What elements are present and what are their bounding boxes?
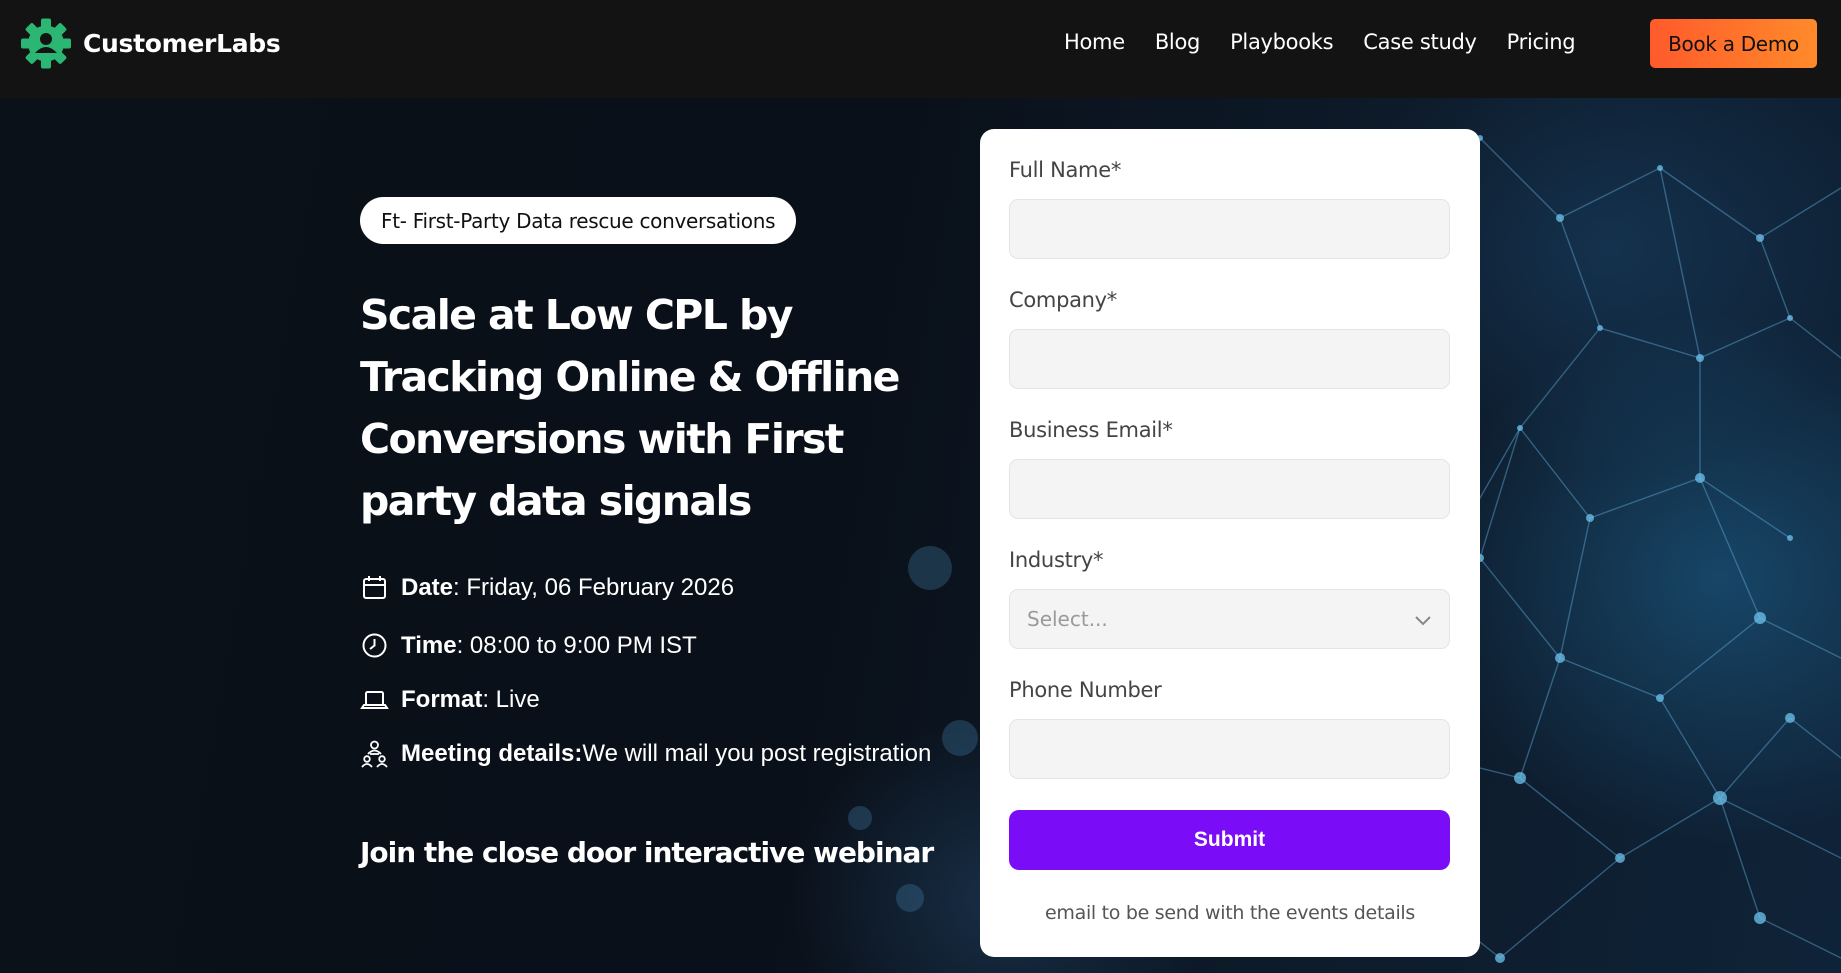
nav-links: Home Blog Playbooks Case study Pricing — [1064, 30, 1576, 54]
nav-blog[interactable]: Blog — [1155, 30, 1201, 54]
join-webinar-text: Join the close door interactive webinar — [360, 836, 934, 869]
registration-form: Full Name* Company* Business Email* Indu… — [980, 129, 1480, 957]
industry-select[interactable]: Select... — [1009, 589, 1450, 649]
phone-number-label: Phone Number — [1009, 678, 1162, 702]
meeting-icon — [360, 739, 389, 768]
detail-date: Date : Friday, 06 February 2026 — [360, 573, 734, 602]
logo-gear-icon — [21, 18, 71, 69]
brand-logo[interactable]: CustomerLabs — [21, 17, 281, 70]
phone-number-input[interactable] — [1009, 719, 1450, 779]
event-series-pill: Ft- First-Party Data rescue conversation… — [360, 197, 797, 244]
business-email-input[interactable] — [1009, 459, 1450, 519]
industry-placeholder: Select... — [1027, 607, 1108, 631]
detail-meeting: Meeting details: We will mail you post r… — [360, 739, 931, 768]
detail-format-label: Format — [401, 685, 483, 713]
detail-time: Time : 08:00 to 9:00 PM IST — [360, 631, 697, 660]
nav-playbooks[interactable]: Playbooks — [1230, 30, 1334, 54]
detail-time-value: : 08:00 to 9:00 PM IST — [456, 631, 697, 659]
full-name-input[interactable] — [1009, 199, 1450, 259]
chevron-down-icon — [1414, 607, 1432, 631]
nav-pricing[interactable]: Pricing — [1507, 30, 1576, 54]
detail-date-label: Date — [401, 573, 454, 601]
form-note: email to be send with the events details — [1045, 902, 1415, 924]
nav-case-study[interactable]: Case study — [1363, 30, 1477, 54]
calendar-icon — [360, 573, 389, 602]
company-input[interactable] — [1009, 329, 1450, 389]
page-headline: Scale at Low CPL by Tracking Online & Of… — [360, 291, 900, 525]
detail-meeting-label: Meeting details: — [401, 739, 583, 767]
nav-home[interactable]: Home — [1064, 30, 1125, 54]
industry-label: Industry* — [1009, 548, 1104, 572]
business-email-label: Business Email* — [1009, 418, 1173, 442]
detail-format-value: : Live — [482, 685, 540, 713]
book-demo-button[interactable]: Book a Demo — [1650, 19, 1817, 68]
brand-name: CustomerLabs — [83, 29, 281, 58]
detail-meeting-value: We will mail you post registration — [582, 739, 932, 767]
detail-time-label: Time — [401, 631, 457, 659]
company-label: Company* — [1009, 288, 1118, 312]
full-name-label: Full Name* — [1009, 158, 1122, 182]
detail-format: Format : Live — [360, 685, 540, 714]
laptop-icon — [360, 685, 389, 714]
detail-date-value: : Friday, 06 February 2026 — [453, 573, 735, 601]
clock-icon — [360, 631, 389, 660]
submit-button[interactable]: Submit — [1009, 810, 1450, 870]
hero-section: Ft- First-Party Data rescue conversation… — [0, 98, 1841, 973]
top-nav: CustomerLabs Home Blog Playbooks Case st… — [0, 0, 1841, 98]
